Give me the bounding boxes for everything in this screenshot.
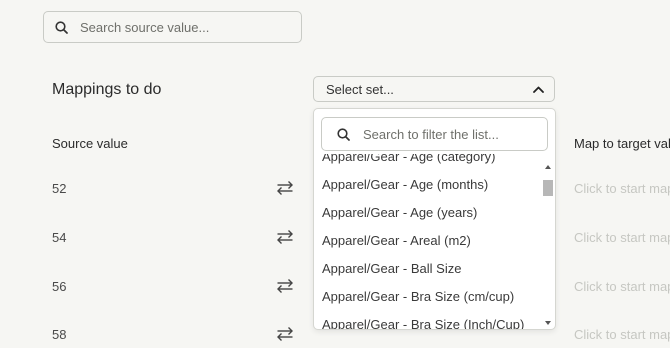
search-source-input[interactable] bbox=[78, 18, 282, 36]
search-icon bbox=[337, 127, 350, 141]
set-list-item[interactable]: Apparel/Gear - Age (category) bbox=[322, 154, 495, 164]
source-value: 52 bbox=[52, 181, 67, 196]
map-target-cell[interactable]: Click to start mapping bbox=[574, 279, 670, 294]
source-value: 54 bbox=[52, 230, 67, 245]
filter-input[interactable] bbox=[361, 125, 535, 143]
chevron-up-icon bbox=[533, 86, 544, 93]
map-target-cell[interactable]: Click to start mapping bbox=[574, 181, 670, 196]
scroll-up-arrow-icon[interactable] bbox=[545, 165, 551, 169]
set-list-item[interactable]: Apparel/Gear - Bra Size (cm/cup) bbox=[322, 289, 514, 304]
set-list-item[interactable]: Apparel/Gear - Areal (m2) bbox=[322, 233, 471, 248]
select-set-dropdown[interactable]: Select set... bbox=[313, 76, 555, 102]
swap-arrows-icon[interactable] bbox=[276, 180, 294, 196]
column-header-target: Map to target value bbox=[574, 136, 670, 151]
scroll-down-arrow-icon[interactable] bbox=[545, 321, 551, 325]
map-target-cell[interactable]: Click to start mapping bbox=[574, 327, 670, 342]
scrollbar[interactable] bbox=[542, 161, 554, 329]
scrollbar-thumb[interactable] bbox=[543, 180, 553, 196]
set-dropdown-menu: Apparel/Gear - Age (category) Apparel/Gea… bbox=[313, 108, 556, 330]
source-value: 56 bbox=[52, 279, 67, 294]
set-list-item[interactable]: Apparel/Gear - Ball Size bbox=[322, 261, 461, 276]
swap-arrows-icon[interactable] bbox=[276, 229, 294, 245]
source-value: 58 bbox=[52, 327, 67, 342]
select-set-label: Select set... bbox=[326, 81, 394, 97]
set-list: Apparel/Gear - Age (category) Apparel/Gea… bbox=[314, 154, 542, 329]
search-icon bbox=[55, 20, 68, 34]
page-title: Mappings to do bbox=[52, 81, 162, 98]
search-source-field[interactable] bbox=[43, 11, 302, 43]
set-list-item[interactable]: Apparel/Gear - Age (years) bbox=[322, 205, 477, 220]
column-header-source: Source value bbox=[52, 136, 128, 151]
swap-arrows-icon[interactable] bbox=[276, 326, 294, 342]
map-target-cell[interactable]: Click to start mapping bbox=[574, 230, 670, 245]
set-list-item[interactable]: Apparel/Gear - Bra Size (Inch/Cup) bbox=[322, 317, 524, 329]
filter-field[interactable] bbox=[321, 117, 548, 151]
set-list-item[interactable]: Apparel/Gear - Age (months) bbox=[322, 177, 488, 192]
swap-arrows-icon[interactable] bbox=[276, 278, 294, 294]
